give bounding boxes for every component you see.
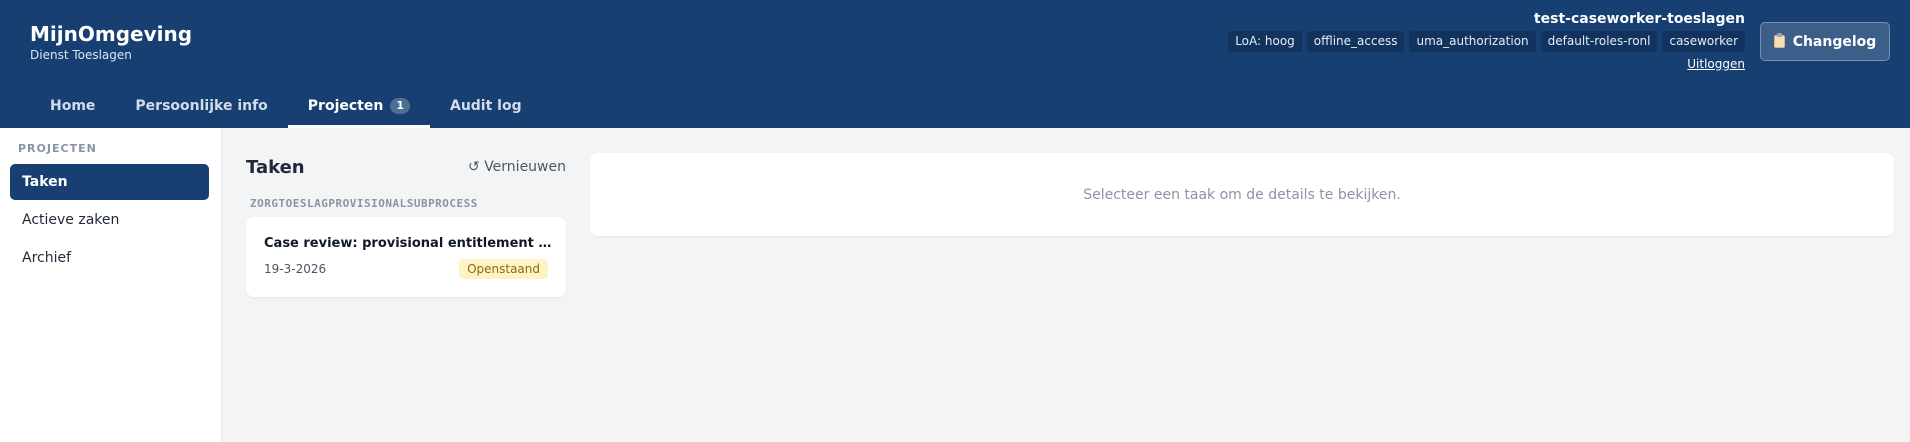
tab-label: Audit log xyxy=(449,98,522,114)
tab-label: Home xyxy=(50,98,96,114)
task-card[interactable]: Case review: provisional entitlement dec… xyxy=(246,217,566,297)
tab-home[interactable]: Home xyxy=(30,88,115,128)
task-details-panel: Selecteer een taak om de details te beki… xyxy=(590,153,1894,236)
role-chip: uma_authorization xyxy=(1409,31,1536,52)
username: test-caseworker-toeslagen xyxy=(1533,11,1745,27)
sidebar-title: PROJECTEN xyxy=(18,142,97,155)
process-group-label: ZORGTOESLAGPROVISIONALSUBPROCESS xyxy=(250,197,478,210)
tab-label: Projecten xyxy=(307,98,384,114)
changelog-label: Changelog xyxy=(1792,33,1877,50)
brand-subtitle: Dienst Toeslagen xyxy=(30,48,132,62)
role-chip: offline_access xyxy=(1306,31,1405,52)
tab-persoonlijke-info[interactable]: Persoonlijke info xyxy=(115,88,287,128)
sidebar-item-label: Actieve zaken xyxy=(22,212,120,228)
tab-audit-log[interactable]: Audit log xyxy=(430,88,542,128)
task-name: Case review: provisional entitlement dec… xyxy=(264,236,554,251)
sidebar: PROJECTEN Taken Actieve zaken Archief xyxy=(0,128,222,442)
sidebar-item-archief[interactable]: Archief xyxy=(10,240,209,276)
user-info: test-caseworker-toeslagen LoA: hoog offl… xyxy=(1045,10,1745,72)
refresh-button[interactable]: ↺ Vernieuwen xyxy=(468,159,566,175)
role-chips: LoA: hoog offline_access uma_authorizati… xyxy=(1045,31,1745,52)
logout-link[interactable]: Uitloggen xyxy=(1687,57,1745,71)
empty-state-text: Selecteer een taak om de details te beki… xyxy=(1083,186,1401,203)
status-badge: Openstaand xyxy=(459,259,548,279)
tasks-title: Taken xyxy=(246,157,305,178)
tab-label: Persoonlijke info xyxy=(135,98,268,114)
main-nav: Home Persoonlijke info Projecten 1 Audit… xyxy=(30,88,542,128)
tab-projecten[interactable]: Projecten 1 xyxy=(287,88,431,128)
brand-title: MijnOmgeving xyxy=(30,22,193,46)
top-header: MijnOmgeving Dienst Toeslagen test-casew… xyxy=(0,0,1910,128)
changelog-button[interactable]: Changelog xyxy=(1760,22,1890,61)
sidebar-item-label: Taken xyxy=(22,174,68,190)
sidebar-item-label: Archief xyxy=(22,250,72,266)
role-chip: LoA: hoog xyxy=(1228,31,1302,52)
count-badge: 1 xyxy=(390,98,410,114)
sidebar-item-taken[interactable]: Taken xyxy=(10,164,209,200)
role-chip: default-roles-ronl xyxy=(1540,31,1658,52)
sidebar-item-actieve-zaken[interactable]: Actieve zaken xyxy=(10,202,209,238)
task-date: 19-3-2026 xyxy=(264,262,327,276)
role-chip: caseworker xyxy=(1662,31,1745,52)
brand: MijnOmgeving Dienst Toeslagen xyxy=(30,21,192,62)
clipboard-icon xyxy=(1773,33,1785,48)
